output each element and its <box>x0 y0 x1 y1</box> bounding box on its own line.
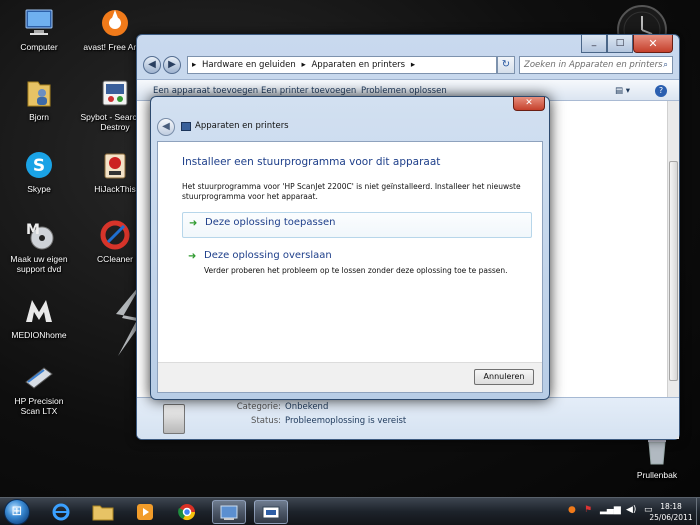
breadcrumb-hardware[interactable]: Hardware en geluiden <box>202 60 296 70</box>
green-arrow-icon: ➜ <box>188 251 197 262</box>
desktop-icon-support-dvd[interactable]: M Maak uw eigen support dvd <box>4 218 74 274</box>
taskbar: ● ⚑ ▂▄▆ ◀) ▭ 18:18 25/06/2011 <box>0 497 700 525</box>
apply-fix-option[interactable]: ➜ Deze oplossing toepassen <box>182 212 532 238</box>
vertical-scrollbar[interactable] <box>667 101 679 439</box>
desktop-icon-bjorn[interactable]: Bjorn <box>4 76 74 122</box>
green-arrow-icon: ➜ <box>189 218 198 229</box>
computer-icon <box>22 6 56 40</box>
minimize-button[interactable]: _ <box>581 35 607 53</box>
chrome-icon[interactable] <box>170 500 204 524</box>
desktop-icon-skype[interactable]: S Skype <box>4 148 74 194</box>
svg-text:S: S <box>33 156 45 176</box>
devices-printers-icon <box>181 122 191 131</box>
ccleaner-icon <box>98 218 132 252</box>
dialog-back-button[interactable]: ◀ <box>157 118 175 136</box>
dialog-close-button[interactable]: ✕ <box>513 97 545 111</box>
option-title: Deze oplossing overslaan <box>204 250 332 261</box>
arrow-right-icon: ▶ <box>168 59 176 70</box>
dialog-header: ◀ Apparaten en printers <box>157 117 543 137</box>
details-pane: Categorie: Onbekend Status: Probleemoploss… <box>137 397 679 439</box>
detail-label: Categorie: <box>236 402 281 412</box>
devices-printers-taskbar-icon[interactable] <box>254 500 288 524</box>
medion-icon <box>22 294 56 328</box>
ie-icon[interactable] <box>44 500 78 524</box>
volume-icon[interactable]: ◀) <box>626 505 636 515</box>
spybot-icon <box>98 76 132 110</box>
detail-category: Categorie: Onbekend <box>181 402 329 412</box>
dialog-heading: Installeer een stuurprogramma voor dit a… <box>182 156 441 168</box>
desktop-icon-recycle-bin[interactable]: Prullenbak <box>622 434 692 480</box>
breadcrumb-devices[interactable]: Apparaten en printers <box>311 60 405 70</box>
scrollbar-thumb[interactable] <box>669 161 678 381</box>
search-input[interactable]: Zoeken in Apparaten en printers ⌕ <box>519 56 673 74</box>
detail-status: Status: Probleemoplossing is vereist <box>181 416 406 426</box>
show-desktop-button[interactable] <box>696 498 700 525</box>
desktop-icon-label: Skype <box>27 184 51 194</box>
detail-value: Probleemoplossing is vereist <box>285 416 407 426</box>
skip-fix-option[interactable]: ➜ Deze oplossing overslaan Verder prober… <box>182 246 532 280</box>
dialog-title: Apparaten en printers <box>195 121 289 131</box>
search-icon: ⌕ <box>663 60 668 70</box>
arrow-left-icon: ◀ <box>162 121 170 132</box>
detail-label: Status: <box>251 416 281 426</box>
desktop-icon-label: Bjorn <box>29 112 49 122</box>
help-icon[interactable]: ? <box>655 85 667 97</box>
dvd-icon: M <box>22 218 56 252</box>
avast-tray-icon[interactable]: ● <box>568 505 576 515</box>
taskbar-clock[interactable]: 18:18 25/06/2011 <box>646 501 696 523</box>
network-icon[interactable]: ▂▄▆ <box>600 505 621 515</box>
avast-icon <box>98 6 132 40</box>
desktop-icon-label: MEDIONhome <box>11 330 67 340</box>
desktop-icon-computer[interactable]: Computer <box>4 6 74 52</box>
troubleshooter-dialog: ✕ ◀ Apparaten en printers Installeer een… <box>150 96 550 400</box>
desktop-icon-hp-scan[interactable]: HP Precision Scan LTX <box>4 360 74 416</box>
control-panel-taskbar-icon[interactable] <box>212 500 246 524</box>
svg-text:M: M <box>26 222 40 238</box>
detail-value: Onbekend <box>285 402 329 412</box>
explorer-folder-icon[interactable] <box>86 500 120 524</box>
breadcrumb-chevron-icon: ▸ <box>410 60 416 70</box>
hijackthis-icon <box>98 148 132 182</box>
address-row: ◀ ▶ ▸ Hardware en geluiden ▸ Apparaten e… <box>143 55 673 77</box>
flag-icon[interactable]: ⚑ <box>584 505 592 515</box>
cancel-button[interactable]: Annuleren <box>474 369 534 385</box>
clock-time: 18:18 <box>660 502 682 511</box>
desktop-icon-label: Maak uw eigen support dvd <box>10 254 68 274</box>
breadcrumb-chevron-icon: ▸ <box>192 60 197 70</box>
address-bar[interactable]: ▸ Hardware en geluiden ▸ Apparaten en pr… <box>187 56 497 74</box>
desktop-icon-medionhome[interactable]: MEDIONhome <box>4 294 74 340</box>
search-placeholder: Zoeken in Apparaten en printers <box>524 60 663 70</box>
refresh-icon: ↻ <box>501 59 511 70</box>
dialog-body: Installeer een stuurprogramma voor dit a… <box>157 141 543 393</box>
close-button[interactable]: ✕ <box>633 35 673 53</box>
scanner-icon <box>22 360 56 394</box>
view-options-icon[interactable]: ▤ ▾ <box>615 80 630 102</box>
dialog-description: Het stuurprogramma voor 'HP ScanJet 2200… <box>182 182 521 201</box>
dialog-footer: Annuleren <box>158 362 542 392</box>
forward-button[interactable]: ▶ <box>163 56 181 74</box>
breadcrumb-chevron-icon: ▸ <box>301 60 306 70</box>
option-title: Deze oplossing toepassen <box>205 217 336 228</box>
desktop-icon-label: HP Precision Scan LTX <box>14 396 64 416</box>
desktop-icon-label: Prullenbak <box>636 470 678 480</box>
clock-date: 25/06/2011 <box>649 513 693 522</box>
start-button[interactable] <box>4 499 30 525</box>
back-button[interactable]: ◀ <box>143 56 161 74</box>
option-subtitle: Verder proberen het probleem op te losse… <box>204 266 508 275</box>
skype-icon: S <box>22 148 56 182</box>
user-folder-icon <box>22 76 56 110</box>
maximize-button[interactable]: □ <box>607 35 633 53</box>
refresh-button[interactable]: ↻ <box>497 56 515 74</box>
media-player-icon[interactable] <box>128 500 162 524</box>
arrow-left-icon: ◀ <box>148 59 156 70</box>
system-tray: ● ⚑ ▂▄▆ ◀) ▭ <box>568 498 658 525</box>
desktop-icon-label: Computer <box>20 42 58 52</box>
